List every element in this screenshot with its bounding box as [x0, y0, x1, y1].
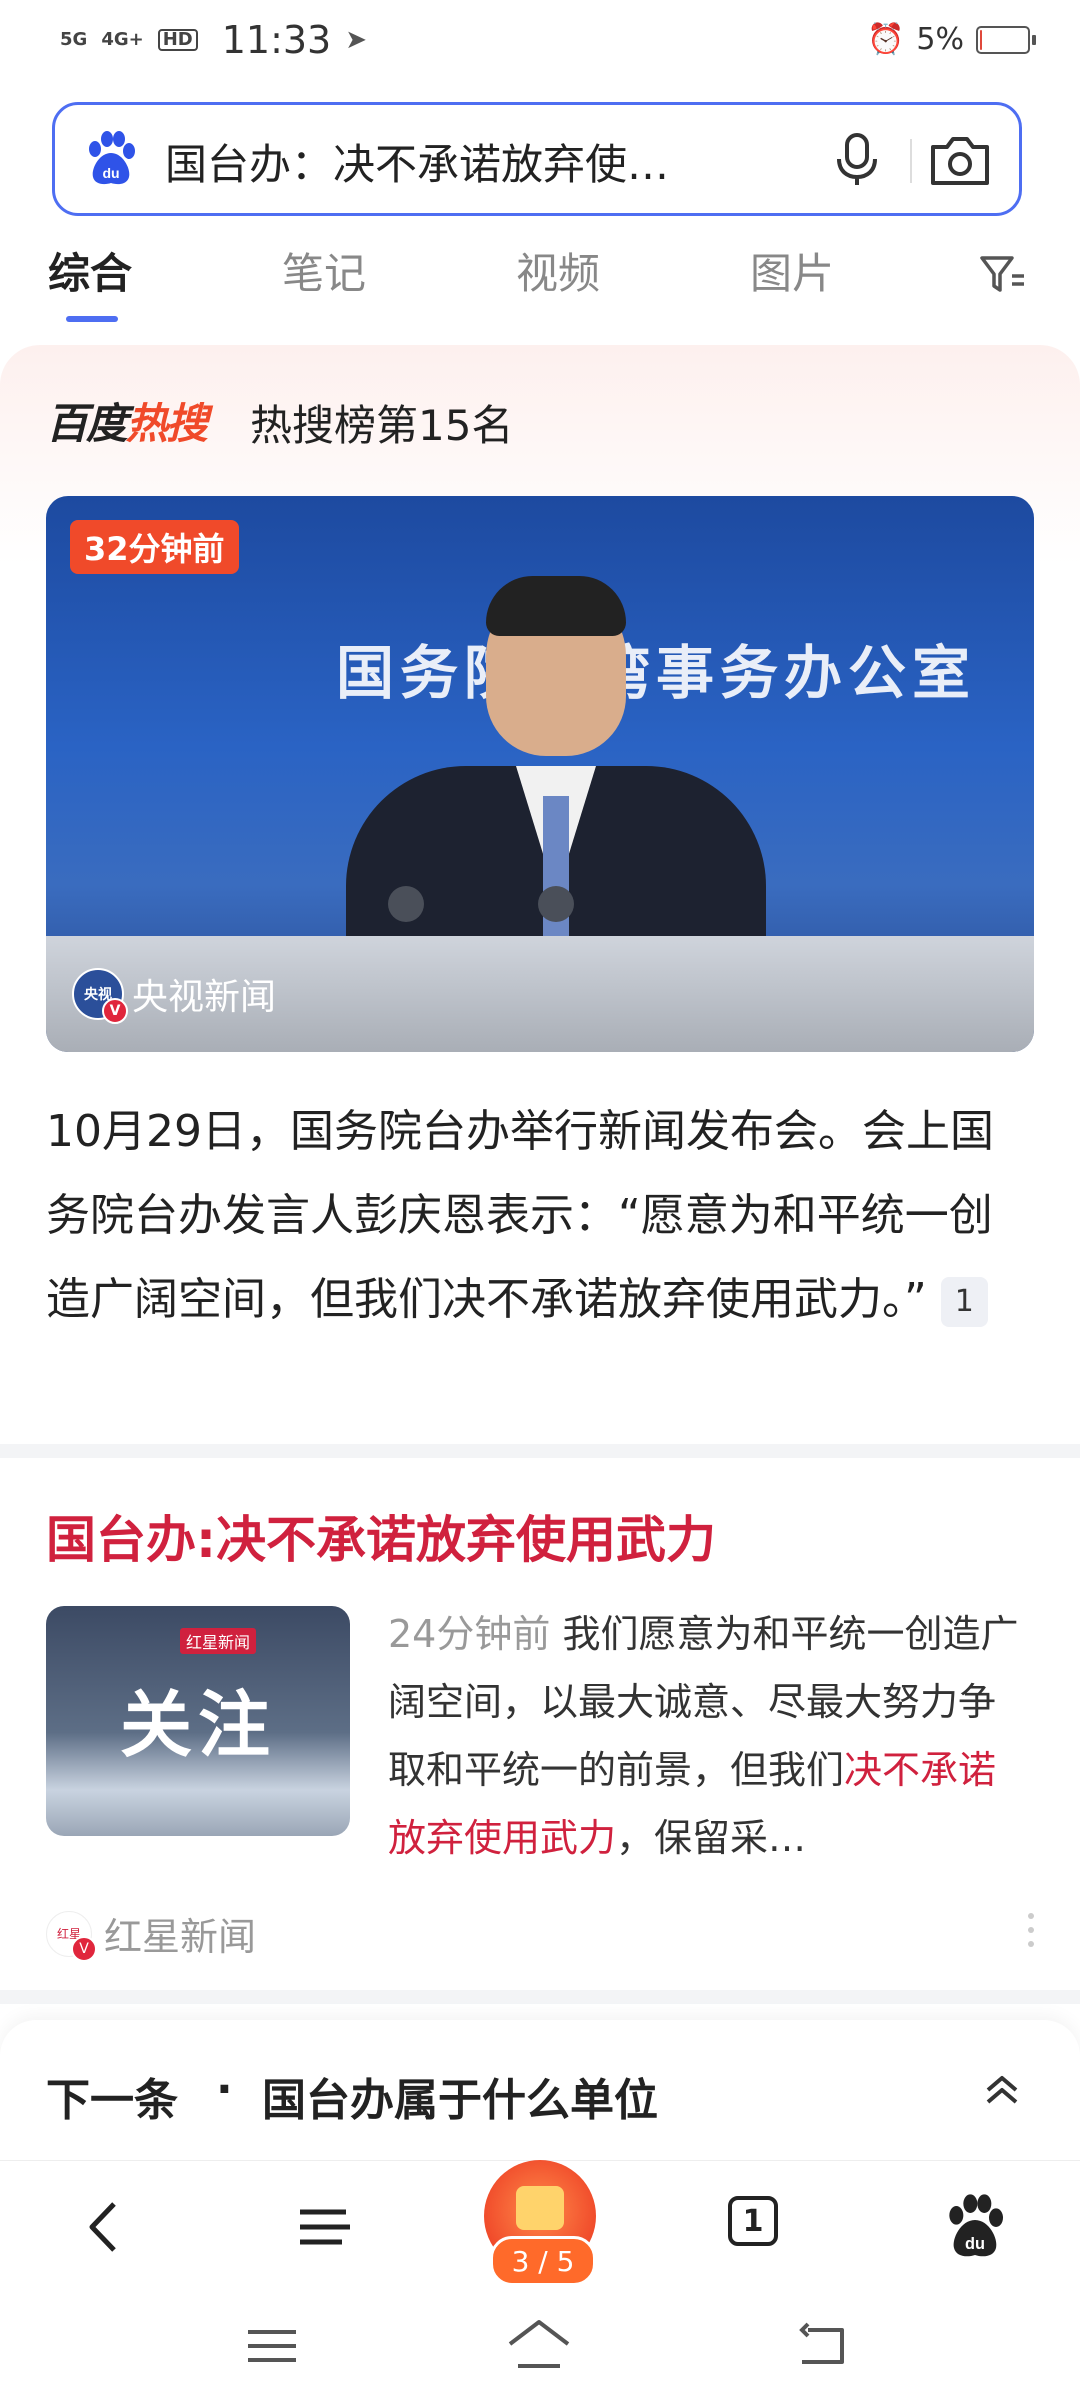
tab-notes[interactable]: 笔记: [282, 240, 366, 301]
recent-apps-icon[interactable]: [244, 2318, 300, 2374]
status-left: 5G 4G+ HD 11:33 ➤: [60, 18, 367, 62]
signal-5g-icon: 5G: [60, 29, 88, 50]
article-source-name: 红星新闻: [104, 1915, 257, 1959]
camera-icon[interactable]: [925, 131, 995, 191]
verified-icon: V: [102, 998, 128, 1024]
video-source-name: 央视新闻: [132, 977, 277, 1018]
tabs-count-button[interactable]: 1: [728, 2196, 778, 2246]
hd-icon: HD: [157, 29, 198, 51]
system-back-icon[interactable]: [794, 2318, 850, 2374]
video-card[interactable]: 国务院台湾事务办公室 32分钟前 央视 V 央视新闻: [46, 496, 1034, 1052]
battery-percent: 5%: [916, 22, 964, 57]
more-options-icon[interactable]: [1026, 1910, 1036, 1950]
citation-badge[interactable]: 1: [940, 1277, 988, 1327]
battery-icon: [976, 25, 1036, 54]
video-source[interactable]: 央视 V 央视新闻: [72, 968, 277, 1024]
next-dot: ·: [216, 2064, 233, 2115]
article-time: 24分钟前: [388, 1612, 551, 1656]
battery-fill: [980, 29, 982, 50]
cctv-news-avatar: 央视 V: [72, 968, 128, 1024]
video-time-badge: 32分钟前: [70, 520, 239, 574]
hot-rank-label: 热搜榜第15名: [250, 401, 514, 450]
hot-description-text: 10月29日，国务院台办举行新闻发布会。会上国务院台办发言人彭庆恩表示：“愿意为…: [46, 1106, 994, 1325]
verified-icon: V: [71, 1935, 97, 1962]
signal-4g-icon: 4G+: [101, 29, 144, 50]
tab-images[interactable]: 图片: [750, 240, 834, 301]
hongxing-news-avatar: 红星 V: [46, 1910, 97, 1962]
hot-logo-black: 百度: [46, 399, 128, 448]
menu-icon[interactable]: [290, 2192, 360, 2262]
status-right: ⏰ 5%: [867, 22, 1036, 57]
tab-active-indicator: [66, 316, 118, 322]
baidu-hot-logo: 百度热搜: [46, 390, 208, 451]
article-source[interactable]: 红星 V 红星新闻: [46, 1906, 257, 1962]
red-envelope-icon: [516, 2186, 564, 2230]
alarm-icon: ⏰: [867, 22, 905, 57]
reward-progress: 3 / 5: [490, 2236, 596, 2286]
search-divider: [910, 139, 912, 183]
thumb-text: 关注: [120, 1683, 277, 1767]
search-box[interactable]: du 国台办：决不承诺放弃使…: [52, 102, 1022, 216]
status-bar: 5G 4G+ HD 11:33 ➤ ⏰ 5%: [0, 0, 1080, 90]
thumb-tag: 红星新闻: [180, 1628, 257, 1654]
podium-mic-left: [388, 886, 424, 922]
hot-description[interactable]: 10月29日，国务院台办举行新闻发布会。会上国务院台办发言人彭庆恩表示：“愿意为…: [46, 1090, 1036, 1342]
next-title[interactable]: 国台办属于什么单位: [262, 2064, 658, 2128]
svg-text:du: du: [965, 2235, 985, 2253]
home-icon[interactable]: [504, 2314, 574, 2374]
send-icon: ➤: [345, 25, 368, 55]
search-tabs: 综合 笔记 视频 图片: [0, 240, 1080, 330]
hot-logo-red: 热搜: [126, 399, 208, 448]
microphone-icon[interactable]: [825, 127, 889, 191]
status-time: 11:33: [221, 18, 332, 62]
snippet-part-b: ，保留采…: [616, 1816, 807, 1860]
podium-mic-right: [538, 886, 574, 922]
speaker-hair: [486, 576, 626, 636]
video-banner-text: 国务院台湾事务办公室: [336, 639, 977, 707]
section-separator: [0, 1444, 1080, 1458]
filter-icon[interactable]: [978, 250, 1028, 300]
article-title[interactable]: 国台办:决不承诺放弃使用武力: [46, 1500, 716, 1572]
baidu-home-icon[interactable]: du: [940, 2192, 1010, 2262]
article-snippet[interactable]: 24分钟前 我们愿意为和平统一创造广阔空间，以最大诚意、尽最大努力争取和平统一的…: [388, 1600, 1028, 1872]
tab-all[interactable]: 综合: [48, 240, 132, 301]
back-icon[interactable]: [70, 2192, 140, 2262]
svg-text:du: du: [102, 165, 119, 181]
search-input[interactable]: 国台办：决不承诺放弃使…: [165, 131, 669, 192]
tab-videos[interactable]: 视频: [516, 240, 600, 301]
baidu-paw-icon[interactable]: du: [81, 129, 141, 189]
double-chevron-up-icon[interactable]: [980, 2068, 1024, 2112]
speaker-tie: [543, 796, 569, 946]
article-thumbnail[interactable]: 红星新闻 关注: [46, 1606, 350, 1836]
next-label: 下一条: [46, 2075, 178, 2126]
section-separator-2: [0, 1990, 1080, 2004]
